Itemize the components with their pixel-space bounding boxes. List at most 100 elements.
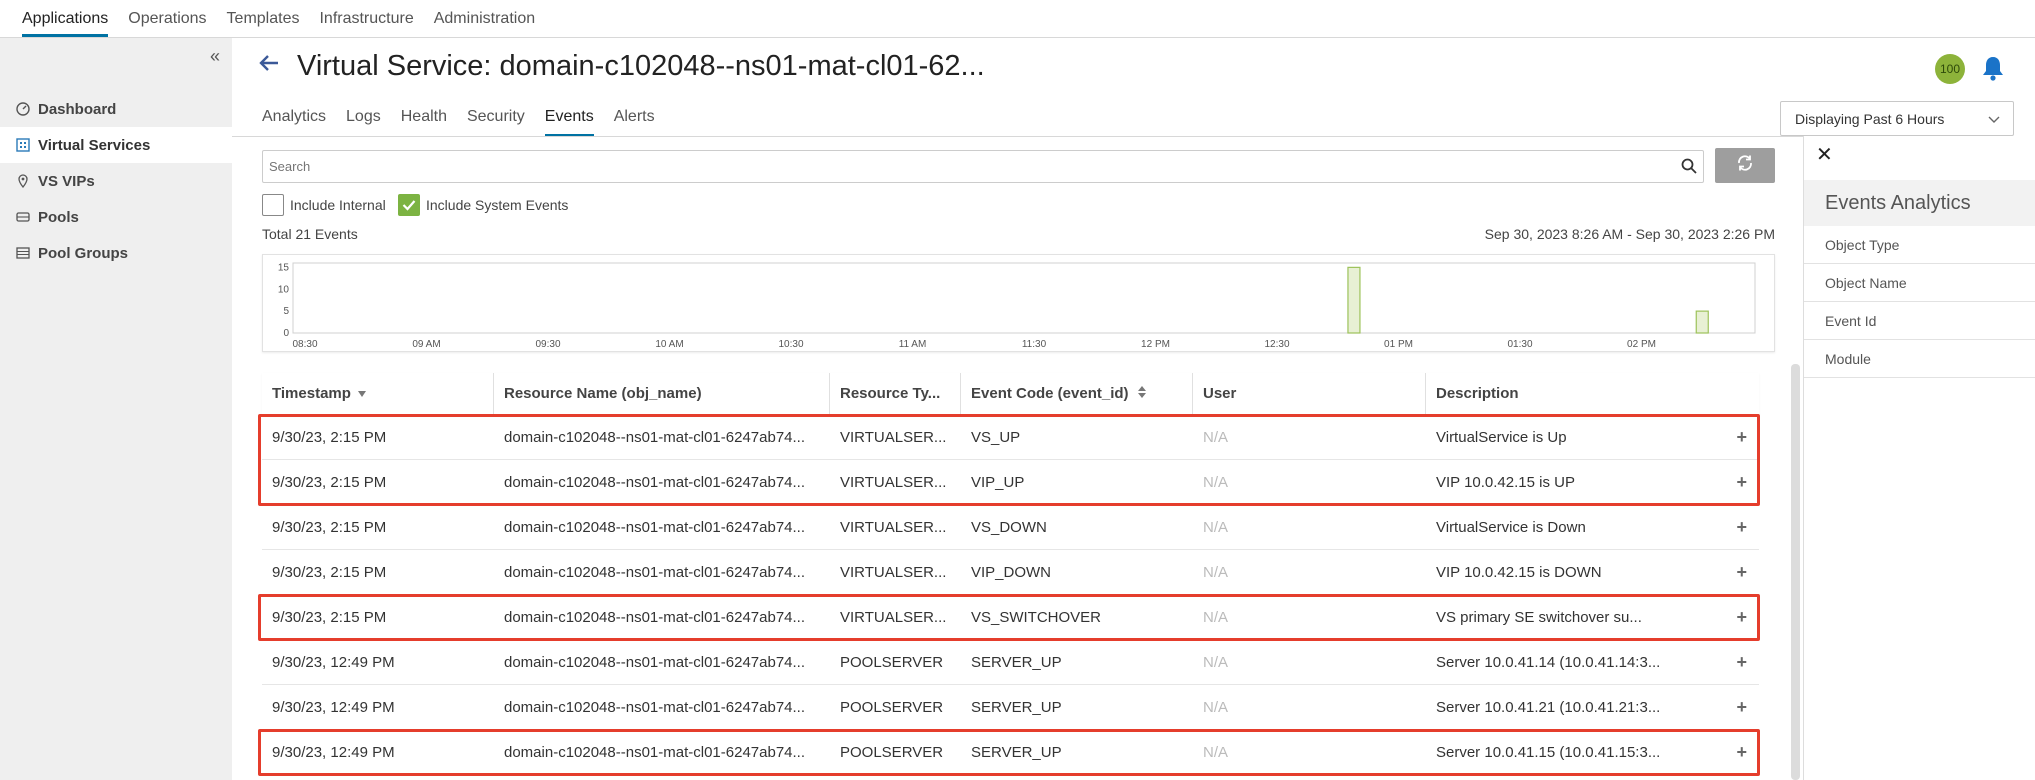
x-tick-label: 01 PM	[1384, 339, 1413, 350]
user-cell: N/A	[1203, 653, 1229, 671]
tab-logs[interactable]: Logs	[346, 105, 381, 137]
column-label: Resource Ty...	[840, 385, 941, 402]
topnav-tab-templates[interactable]: Templates	[227, 10, 300, 37]
column-label: Event Code (event_id)	[971, 385, 1129, 402]
tab-health[interactable]: Health	[401, 105, 447, 137]
subtab-bar: Analytics Logs Health Security Events Al…	[262, 105, 675, 137]
include-internal-filter: Include Internal	[262, 194, 386, 216]
topnav-tab-applications[interactable]: Applications	[22, 10, 109, 37]
user-cell: N/A	[1203, 743, 1229, 761]
expand-row-icon[interactable]: +	[1736, 697, 1747, 718]
panel-item-module[interactable]: Module	[1804, 340, 2035, 378]
search-icon[interactable]	[1681, 158, 1697, 174]
search-input[interactable]	[262, 150, 1704, 183]
panel-item-event-id[interactable]: Event Id	[1804, 302, 2035, 340]
sidebar-item-pools[interactable]: Pools	[0, 199, 232, 235]
timestamp-cell: 9/30/23, 2:15 PM	[272, 563, 387, 581]
table-row[interactable]: 9/30/23, 2:15 PM domain-c102048--ns01-mat…	[262, 550, 1759, 595]
health-score-badge[interactable]: 100	[1935, 54, 1965, 84]
table-row[interactable]: 9/30/23, 2:15 PM domain-c102048--ns01-mat…	[262, 595, 1759, 640]
expand-row-icon[interactable]: +	[1736, 562, 1747, 583]
include-internal-checkbox[interactable]	[262, 194, 284, 216]
column-header-resource-type[interactable]: Resource Ty...	[830, 373, 961, 414]
description-cell: Server 10.0.41.15 (10.0.41.15:3...	[1436, 743, 1661, 761]
include-system-events-filter: Include System Events	[398, 194, 568, 216]
histogram-bar	[1347, 266, 1361, 334]
sidebar-item-label: Dashboard	[38, 100, 117, 118]
table-row[interactable]: 9/30/23, 12:49 PM domain-c102048--ns01-ma…	[262, 640, 1759, 685]
event-code-cell: VS_SWITCHOVER	[971, 608, 1102, 626]
sidebar-item-dashboard[interactable]: Dashboard	[0, 91, 232, 127]
histogram-bar	[1695, 310, 1709, 334]
plot-area	[292, 262, 1756, 334]
expand-row-icon[interactable]: +	[1736, 652, 1747, 673]
tab-security[interactable]: Security	[467, 105, 525, 137]
back-arrow-icon[interactable]	[258, 52, 280, 80]
tab-events[interactable]: Events	[544, 105, 594, 137]
refresh-button[interactable]	[1715, 148, 1775, 183]
location-pin-icon	[16, 174, 30, 188]
collapse-sidebar-icon[interactable]: «	[210, 46, 220, 67]
table-row[interactable]: 9/30/23, 2:15 PM domain-c102048--ns01-mat…	[262, 505, 1759, 550]
sidebar-item-pool-groups[interactable]: Pool Groups	[0, 235, 232, 271]
table-row[interactable]: 9/30/23, 2:15 PM domain-c102048--ns01-mat…	[262, 415, 1759, 460]
include-system-events-checkbox[interactable]	[398, 194, 420, 216]
panel-item-object-name[interactable]: Object Name	[1804, 264, 2035, 302]
resource-name-cell: domain-c102048--ns01-mat-cl01-6247ab74..…	[504, 518, 806, 536]
resource-type-cell: VIRTUALSER...	[840, 428, 947, 446]
table-scrollbar[interactable]	[1791, 364, 1800, 780]
y-tick-label: 10	[278, 284, 290, 295]
event-code-cell: VIP_UP	[971, 473, 1025, 491]
column-header-user[interactable]: User	[1193, 373, 1426, 414]
events-histogram-svg: 15 10 5 008:30 09 AM 09:30 10 AM 10:30 11 AM 11:3…	[278, 262, 1756, 350]
x-tick-label: 10 AM	[655, 339, 683, 350]
description-cell: Server 10.0.41.21 (10.0.41.21:3...	[1436, 698, 1661, 716]
event-code-cell: SERVER_UP	[971, 698, 1062, 716]
refresh-icon	[1736, 154, 1754, 177]
sidebar-item-label: Virtual Services	[38, 136, 151, 154]
user-cell: N/A	[1203, 698, 1229, 716]
y-tick-label: 5	[283, 306, 289, 317]
tab-alerts[interactable]: Alerts	[614, 105, 655, 137]
resource-name-cell: domain-c102048--ns01-mat-cl01-6247ab74..…	[504, 653, 806, 671]
table-row[interactable]: 9/30/23, 12:49 PM domain-c102048--ns01-ma…	[262, 685, 1759, 730]
column-header-resource-name[interactable]: Resource Name (obj_name)	[494, 373, 830, 414]
event-code-cell: VS_DOWN	[971, 518, 1047, 536]
panel-item-object-type[interactable]: Object Type	[1804, 226, 2035, 264]
sidebar-item-vs-vips[interactable]: VS VIPs	[0, 163, 232, 199]
topnav-tab-infrastructure[interactable]: Infrastructure	[319, 10, 413, 37]
expand-row-icon[interactable]: +	[1736, 607, 1747, 628]
topnav-tab-administration[interactable]: Administration	[434, 10, 535, 37]
resource-name-cell: domain-c102048--ns01-mat-cl01-6247ab74..…	[504, 743, 806, 761]
column-label: Resource Name (obj_name)	[504, 385, 702, 402]
sidebar-item-virtual-services[interactable]: Virtual Services	[0, 127, 232, 163]
sort-icon	[1137, 385, 1147, 403]
topnav-tab-operations[interactable]: Operations	[128, 10, 206, 37]
resource-type-cell: VIRTUALSER...	[840, 473, 947, 491]
sort-desc-icon	[357, 385, 367, 402]
column-label: Timestamp	[272, 385, 351, 402]
include-system-events-label: Include System Events	[426, 197, 569, 213]
user-cell: N/A	[1203, 518, 1229, 536]
x-tick-label: 12:30	[1264, 339, 1289, 350]
expand-row-icon[interactable]: +	[1736, 742, 1747, 763]
column-header-timestamp[interactable]: Timestamp	[262, 373, 494, 414]
timestamp-cell: 9/30/23, 2:15 PM	[272, 608, 387, 626]
bell-icon[interactable]	[1981, 54, 2005, 82]
x-tick-label: 11:30	[1022, 339, 1047, 350]
time-range-dropdown[interactable]: Displaying Past 6 Hours	[1780, 101, 2014, 136]
event-code-cell: VIP_DOWN	[971, 563, 1052, 581]
close-icon[interactable]: ✕	[1816, 142, 1833, 167]
resource-name-cell: domain-c102048--ns01-mat-cl01-6247ab74..…	[504, 428, 806, 446]
column-header-event-code[interactable]: Event Code (event_id)	[961, 373, 1193, 414]
tab-analytics[interactable]: Analytics	[262, 105, 326, 137]
column-header-description[interactable]: Description	[1426, 373, 1759, 414]
pool-groups-icon	[16, 246, 30, 260]
expand-row-icon[interactable]: +	[1736, 427, 1747, 448]
expand-row-icon[interactable]: +	[1736, 472, 1747, 493]
expand-row-icon[interactable]: +	[1736, 517, 1747, 538]
table-row[interactable]: 9/30/23, 12:49 PM domain-c102048--ns01-ma…	[262, 730, 1759, 775]
table-row[interactable]: 9/30/23, 2:15 PM domain-c102048--ns01-mat…	[262, 460, 1759, 505]
resource-type-cell: POOLSERVER	[840, 653, 944, 671]
divider	[232, 136, 2035, 137]
